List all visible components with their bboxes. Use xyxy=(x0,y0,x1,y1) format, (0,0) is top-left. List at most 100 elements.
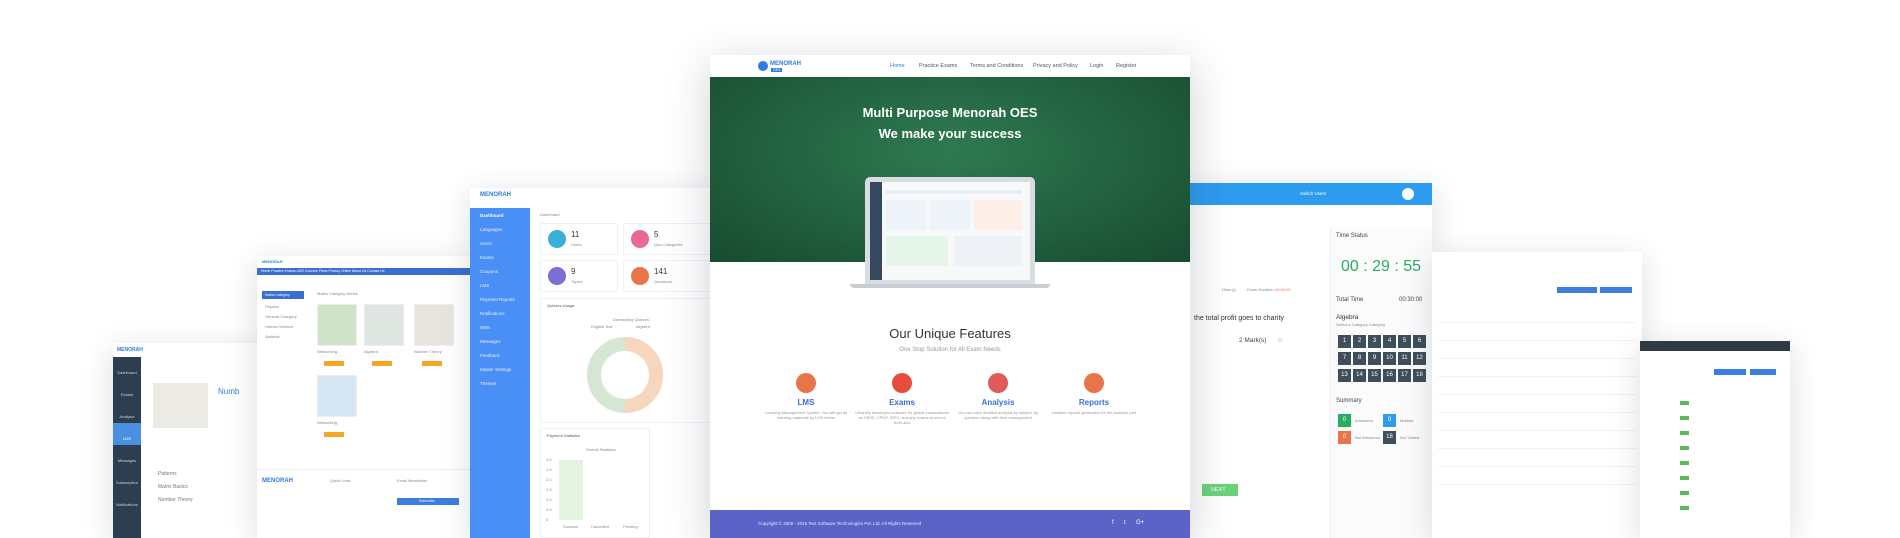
admin-nav-master-settings[interactable]: Master Settings xyxy=(480,367,511,372)
question-number-button[interactable]: 17 xyxy=(1398,369,1411,382)
series-view-button[interactable] xyxy=(324,432,344,437)
admin-nav-messages[interactable]: Messages xyxy=(480,339,501,344)
question-number-button[interactable]: 14 xyxy=(1353,369,1366,382)
green-side-item[interactable]: Aptitude xyxy=(265,334,280,339)
switch-users[interactable]: Switch Users xyxy=(1300,191,1326,196)
nav-privacy[interactable]: Privacy and Policy xyxy=(1033,63,1078,69)
exams-icon xyxy=(892,373,912,393)
admin-nav-payment-reports[interactable]: Payment Reports xyxy=(480,297,515,302)
left-list-item[interactable]: Matrix Basics xyxy=(158,484,188,490)
question-number-button[interactable]: 2 xyxy=(1353,335,1366,348)
series-thumb[interactable] xyxy=(317,375,357,417)
results-action-button[interactable] xyxy=(1750,369,1776,375)
question-number-button[interactable]: 18 xyxy=(1413,369,1426,382)
admin-nav-languages[interactable]: Languages xyxy=(480,227,502,232)
exam-results-card xyxy=(1640,341,1790,538)
nav-register[interactable]: Register xyxy=(1116,63,1136,69)
analysis-icon xyxy=(988,373,1008,393)
left-sidebar-exams[interactable]: Exams xyxy=(113,379,141,401)
left-list-item[interactable]: Patterns xyxy=(158,471,177,477)
green-nav-links[interactable]: Home Practice Exams LMS Courses Plans Pr… xyxy=(261,269,385,273)
series-card-title: Networking xyxy=(317,420,338,425)
question-number-button[interactable]: 13 xyxy=(1338,369,1351,382)
left-sidebar-messages[interactable]: Messages xyxy=(113,445,141,467)
left-sidebar-notifications[interactable]: Notifications xyxy=(113,489,141,511)
tile-users[interactable]: 11 Users xyxy=(540,223,618,255)
topics-icon xyxy=(548,267,566,285)
series-thumb[interactable] xyxy=(414,304,454,346)
feature-exams[interactable]: Exams Uniquely developed software for gl… xyxy=(854,373,950,425)
green-side-item[interactable]: Physics xyxy=(265,304,279,309)
green-side-item[interactable]: General Category xyxy=(265,314,297,319)
green-side-item[interactable]: Human Science xyxy=(265,324,293,329)
feature-analysis[interactable]: Analysis You can have detailed analysis … xyxy=(950,373,1046,420)
hints-link[interactable]: Hints (j) xyxy=(1222,287,1236,292)
series-thumb[interactable] xyxy=(364,304,404,346)
question-number-button[interactable]: 1 xyxy=(1338,335,1351,348)
series-view-button[interactable] xyxy=(422,361,442,366)
left-sidebar: Dashboard Exams Analysis LMS Messages Su… xyxy=(113,357,141,538)
question-number-button[interactable]: 3 xyxy=(1368,335,1381,348)
question-number-button[interactable]: 7 xyxy=(1338,352,1351,365)
series-thumb[interactable] xyxy=(317,304,357,346)
tile-topics[interactable]: 9 Topics xyxy=(540,260,618,292)
avatar[interactable] xyxy=(1402,188,1414,200)
x-tick: Pending xyxy=(623,524,638,529)
import-users-button[interactable] xyxy=(1557,287,1597,293)
feature-lms[interactable]: LMS Learning Management System. You will… xyxy=(758,373,854,420)
admin-nav-themes[interactable]: Themes xyxy=(480,381,496,386)
left-sidebar-dashboard[interactable]: Dashboard xyxy=(113,357,141,379)
question-number-button[interactable]: 12 xyxy=(1413,352,1426,365)
tile-quiz-categories[interactable]: 5 Quiz Categories xyxy=(623,223,720,255)
left-sidebar-analysis[interactable]: Analysis xyxy=(113,401,141,423)
feature-desc: You can have detailed analysis by subjec… xyxy=(957,410,1039,420)
nav-terms[interactable]: Terms and Conditions xyxy=(970,63,1023,69)
admin-nav-sms[interactable]: SMS xyxy=(480,325,490,330)
google-plus-icon[interactable]: G+ xyxy=(1136,520,1144,526)
admin-nav-coupons[interactable]: Coupons xyxy=(480,269,498,274)
quizzes-usage-title: Quizzes Usage xyxy=(547,303,575,308)
nav-login[interactable]: Login xyxy=(1090,63,1103,69)
left-sidebar-subscription[interactable]: Subscription xyxy=(113,467,141,489)
brand-name[interactable]: MENORAH xyxy=(770,61,801,67)
left-sidebar-lms[interactable]: LMS xyxy=(113,423,141,445)
admin-nav-users[interactable]: Users xyxy=(480,241,492,246)
admin-nav-feedback[interactable]: Feedback xyxy=(480,353,500,358)
users-table-card xyxy=(1432,252,1642,538)
question-number-button[interactable]: 8 xyxy=(1353,352,1366,365)
feature-desc: Uniquely developed software for global e… xyxy=(855,410,949,425)
question-number-button[interactable]: 4 xyxy=(1383,335,1396,348)
question-number-button[interactable]: 11 xyxy=(1398,352,1411,365)
facebook-icon[interactable]: f xyxy=(1112,520,1114,526)
question-number-button[interactable]: 15 xyxy=(1368,369,1381,382)
admin-nav-exams[interactable]: Exams xyxy=(480,255,494,260)
laptop-mockup xyxy=(865,177,1035,285)
question-number-button[interactable]: 6 xyxy=(1413,335,1426,348)
subject-title: Algebra xyxy=(1336,314,1359,321)
admin-nav-notifications[interactable]: Notifications xyxy=(480,311,505,316)
payment-statistics-panel: Payment Statistics Overall Statistics 3.… xyxy=(540,428,650,538)
left-brand: MENORAH xyxy=(117,347,143,353)
features-title: Our Unique Features xyxy=(889,326,1011,341)
green-side-active[interactable]: Maths Category xyxy=(262,291,304,299)
results-action-button[interactable] xyxy=(1714,369,1746,375)
summary-not-visited-count: 18 xyxy=(1383,431,1396,444)
question-number-button[interactable]: 10 xyxy=(1383,352,1396,365)
admin-nav-lms[interactable]: LMS xyxy=(480,283,489,288)
question-number-button[interactable]: 9 xyxy=(1368,352,1381,365)
question-number-button[interactable]: 16 xyxy=(1383,369,1396,382)
twitter-icon[interactable]: t xyxy=(1124,520,1126,526)
nav-practice-exams[interactable]: Practice Exams xyxy=(919,63,957,69)
bookmark-star-icon[interactable]: ☆ xyxy=(1277,336,1283,344)
tile-questions[interactable]: 141 Questions xyxy=(623,260,720,292)
question-number-button[interactable]: 5 xyxy=(1398,335,1411,348)
admin-nav-dashboard[interactable]: Dashboard xyxy=(480,213,504,218)
nav-home[interactable]: Home xyxy=(890,63,905,69)
add-user-button[interactable] xyxy=(1600,287,1632,293)
series-view-button[interactable] xyxy=(324,361,344,366)
series-view-button[interactable] xyxy=(372,361,392,366)
left-list-item[interactable]: Number Theory xyxy=(158,497,193,503)
subscribe-button[interactable]: Subscribe xyxy=(397,498,459,505)
feature-reports[interactable]: Reports Detailed reports generation for … xyxy=(1046,373,1142,415)
next-button[interactable]: NEXT xyxy=(1202,484,1238,496)
